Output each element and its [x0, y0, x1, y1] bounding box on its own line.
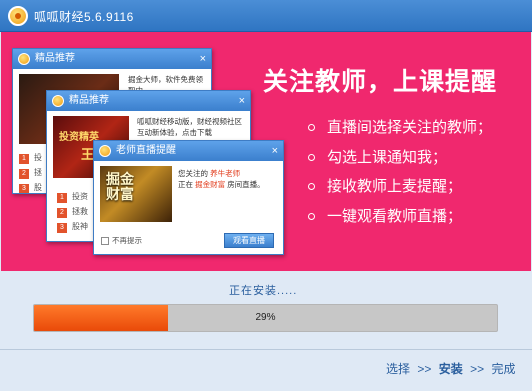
feature-item: 勾选上课通知我；	[299, 148, 492, 178]
popup-list: 1 投资 2 拯救 3 股神	[57, 191, 88, 236]
teacher-image: 掘金财富	[100, 166, 172, 222]
banner-headline: 关注教师，上课提醒	[263, 68, 498, 96]
list-item: 2拯	[19, 167, 42, 182]
step-select: 选择	[386, 362, 411, 376]
progress-percent: 29%	[255, 312, 276, 323]
close-icon: ×	[238, 95, 245, 107]
install-progress-bar: 29%	[33, 304, 498, 332]
watch-live-button[interactable]: 观看直播	[224, 233, 274, 248]
teacher-live-popup: 老师直播提醒 × 掘金财富 您关注的 养牛老师 正在 掘金财富 房间直播。 不再…	[93, 140, 284, 255]
popup-text: 您关注的 养牛老师 正在 掘金财富 房间直播。	[178, 169, 265, 189]
popup-logo-icon	[99, 145, 111, 157]
list-item: 2 拯救	[57, 206, 88, 221]
list-item: 3 股神	[57, 221, 88, 236]
room-link[interactable]: 掘金财富	[195, 180, 225, 189]
checkbox[interactable]	[101, 237, 109, 246]
popup-logo-icon	[52, 95, 64, 107]
popup-list: 1投 2拯 3股	[19, 152, 42, 193]
step-separator: >>	[417, 362, 432, 376]
list-item: 1 投资	[57, 191, 88, 206]
window-title: 呱呱财经5.6.9116	[34, 10, 134, 24]
popup-text: 呱呱财经移动版，财经视频社区互动新体验，点击下载	[137, 117, 242, 137]
popup-title: 精品推荐	[35, 53, 75, 64]
list-item: 3股	[19, 182, 42, 193]
install-steps: 选择 >> 安装 >> 完成	[386, 360, 515, 377]
feature-item: 一键观看教师直播；	[299, 207, 492, 237]
step-separator: >>	[470, 362, 485, 376]
feature-list: 直播间选择关注的教师； 勾选上课通知我； 接收教师上麦提醒； 一键观看教师直播；	[299, 118, 492, 236]
dont-show-again[interactable]: 不再提示	[101, 235, 142, 246]
step-complete: 完成	[491, 362, 516, 376]
feature-item: 直播间选择关注的教师；	[299, 118, 492, 148]
feature-item: 接收教师上麦提醒；	[299, 177, 492, 207]
promo-banner: 关注教师，上课提醒 直播间选择关注的教师； 勾选上课通知我； 接收教师上麦提醒；…	[1, 32, 531, 271]
teacher-link[interactable]: 养牛老师	[210, 169, 240, 178]
list-item: 1投	[19, 152, 42, 167]
popup-title: 老师直播提醒	[116, 145, 176, 156]
app-logo-icon	[8, 6, 28, 26]
close-icon: ×	[199, 53, 206, 65]
popup-logo-icon	[18, 53, 30, 65]
install-status: 正在安装.....	[229, 285, 298, 297]
footer-divider	[0, 349, 532, 350]
popup-header: 精品推荐 ×	[13, 49, 211, 69]
popup-header: 老师直播提醒 ×	[94, 141, 283, 161]
step-install: 安装	[438, 362, 463, 376]
popup-title: 精品推荐	[69, 95, 109, 106]
title-bar: 呱呱财经5.6.9116	[0, 0, 532, 32]
popup-header: 精品推荐 ×	[47, 91, 250, 111]
close-icon[interactable]: ×	[272, 141, 278, 161]
